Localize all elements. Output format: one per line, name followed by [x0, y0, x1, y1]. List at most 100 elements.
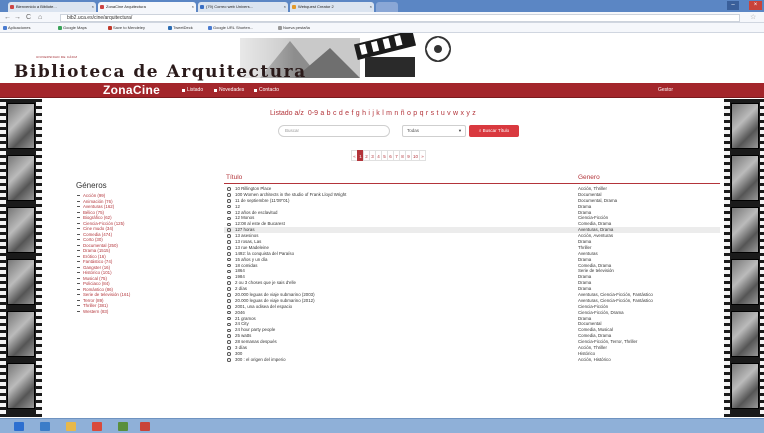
reload-icon[interactable]: C — [26, 13, 31, 22]
browser-tab[interactable]: Bienvenido a Bibliote... × — [8, 2, 96, 12]
letter-link[interactable]: z — [472, 110, 476, 117]
chrome-icon[interactable] — [92, 422, 102, 431]
play-icon[interactable] — [227, 263, 231, 268]
nav-contacto[interactable]: Contacto — [254, 83, 279, 98]
play-icon[interactable] — [227, 310, 231, 315]
play-icon[interactable] — [227, 293, 231, 297]
bookmark-item[interactable]: Aplicaciones — [3, 24, 30, 32]
folder-icon[interactable] — [66, 422, 76, 431]
letter-link[interactable]: 0-9 — [308, 110, 318, 117]
letter-link[interactable]: q — [420, 110, 424, 117]
letter-link[interactable]: l — [382, 110, 384, 117]
play-icon[interactable] — [227, 216, 231, 221]
letter-link[interactable]: n — [394, 110, 398, 117]
back-icon[interactable]: ← — [4, 13, 11, 22]
bookmark-item[interactable]: Google Maps — [58, 24, 87, 32]
bookmark-item[interactable]: TweetDeck — [168, 24, 193, 32]
app-icon[interactable] — [118, 422, 128, 431]
play-icon[interactable] — [227, 204, 231, 209]
forward-icon[interactable]: → — [14, 13, 21, 22]
letter-link[interactable]: ñ — [401, 110, 405, 117]
letter-link[interactable]: s — [431, 110, 435, 117]
table-row[interactable]: 300 : el origen del imperio Acción, Histó… — [224, 357, 720, 363]
letter-link[interactable]: h — [362, 110, 366, 117]
letter-link[interactable]: u — [441, 110, 445, 117]
minimize-icon[interactable]: – — [727, 1, 739, 10]
ie-icon[interactable] — [40, 422, 50, 431]
play-icon[interactable] — [227, 275, 231, 280]
bookmark-item[interactable]: Google URL Shorten... — [208, 24, 253, 32]
play-icon[interactable] — [227, 246, 231, 250]
letter-link[interactable]: t — [436, 110, 438, 117]
play-icon[interactable] — [227, 193, 231, 197]
letter-link[interactable]: o — [407, 110, 411, 117]
app-icon[interactable] — [140, 422, 150, 431]
browser-tab[interactable]: Webquest Creator 2 × — [290, 2, 374, 12]
alphabet-label[interactable]: Listado a/z — [270, 110, 304, 117]
play-icon[interactable] — [227, 287, 231, 291]
letter-link[interactable]: b — [327, 110, 331, 117]
play-icon[interactable] — [227, 210, 231, 215]
column-header-genre[interactable]: Genero — [578, 174, 600, 182]
play-icon[interactable] — [227, 334, 231, 339]
play-icon[interactable] — [227, 328, 231, 333]
play-icon[interactable] — [227, 358, 231, 362]
letter-link[interactable]: g — [356, 110, 360, 117]
letter-link[interactable]: r — [426, 110, 428, 117]
new-tab-button[interactable] — [376, 2, 398, 12]
letter-link[interactable]: w — [453, 110, 458, 117]
letter-link[interactable]: e — [345, 110, 349, 117]
letter-link[interactable]: f — [351, 110, 353, 117]
nav-novedades[interactable]: Novedades — [214, 83, 244, 98]
letter-link[interactable]: p — [413, 110, 417, 117]
close-icon[interactable]: × — [92, 2, 94, 12]
close-icon[interactable]: × — [284, 2, 286, 12]
play-icon[interactable] — [227, 187, 231, 191]
bookmark-item[interactable]: Nueva pestaña — [278, 24, 310, 32]
genre-select[interactable]: Todas ▼ — [402, 125, 466, 137]
nav-listado[interactable]: Listado — [182, 83, 203, 98]
play-icon[interactable] — [227, 257, 231, 262]
play-icon[interactable] — [227, 299, 231, 303]
play-icon[interactable] — [227, 234, 231, 238]
play-icon[interactable] — [227, 251, 231, 256]
play-icon[interactable] — [227, 198, 231, 203]
browser-tab[interactable]: (79) Correo web Univers... × — [198, 2, 288, 12]
close-window-icon[interactable]: × — [749, 1, 762, 10]
column-header-title[interactable]: Título — [226, 174, 242, 182]
letter-link[interactable]: i — [368, 110, 370, 117]
play-icon[interactable] — [227, 305, 231, 309]
play-icon[interactable] — [227, 316, 231, 321]
play-icon[interactable] — [227, 269, 231, 274]
url-input[interactable]: bib2.uca.es/cine/arquitectura/ — [60, 14, 740, 22]
play-icon[interactable] — [227, 340, 231, 344]
play-icon[interactable] — [227, 322, 231, 327]
play-icon[interactable] — [227, 222, 231, 227]
letter-link[interactable]: m — [386, 110, 392, 117]
bookmark-item[interactable]: Save to Mendeley — [108, 24, 145, 32]
play-icon[interactable] — [227, 281, 231, 286]
letter-link[interactable]: d — [339, 110, 343, 117]
brand-logo[interactable]: ZonaCine — [103, 83, 160, 98]
star-icon[interactable]: ☆ — [750, 13, 756, 22]
close-icon[interactable]: × — [370, 2, 372, 12]
browser-tab-active[interactable]: ZonaCine Arquitectura × — [98, 2, 196, 12]
letter-link[interactable]: a — [320, 110, 324, 117]
play-icon[interactable] — [227, 346, 231, 350]
start-icon[interactable] — [14, 422, 24, 431]
letter-link[interactable]: y — [466, 110, 470, 117]
play-icon[interactable] — [227, 228, 231, 233]
film-title[interactable]: 300 : el origen del imperio — [235, 357, 286, 363]
letter-link[interactable]: j — [372, 110, 374, 117]
letter-link[interactable]: c — [333, 110, 337, 117]
letter-link[interactable]: k — [376, 110, 380, 117]
genre-link[interactable]: Western (83) — [76, 309, 216, 315]
gestor-link[interactable]: Gestor — [658, 83, 673, 98]
letter-link[interactable]: x — [460, 110, 464, 117]
page-next-button[interactable]: » — [419, 150, 427, 161]
home-icon[interactable]: ⌂ — [38, 13, 42, 22]
play-icon[interactable] — [227, 352, 231, 356]
play-icon[interactable] — [227, 240, 231, 244]
search-title-button[interactable]: ⌕ Buscar Título — [469, 125, 519, 137]
letter-link[interactable]: v — [447, 110, 451, 117]
